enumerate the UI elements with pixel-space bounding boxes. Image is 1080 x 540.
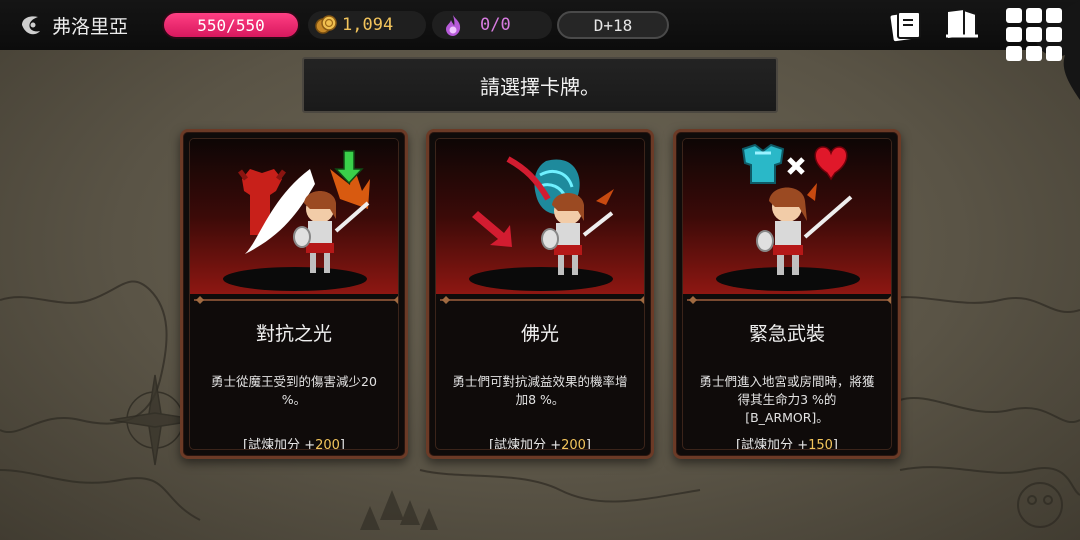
score-close: ] <box>832 438 838 450</box>
top-bar: 弗洛里亞 550/550 1,094 0/0 D+18 <box>0 0 1080 100</box>
codex-book-icon <box>946 8 978 40</box>
region-name: 弗洛里亞 <box>52 15 129 38</box>
score-close: ] <box>585 438 591 450</box>
select-card-banner: 請選擇卡牌。 <box>302 57 778 113</box>
card-description: 勇士們進入地宮或房間時，將獲得其生命力3 %的[B_ARMOR]。 <box>699 374 875 425</box>
score-label: [試煉加分 + <box>242 438 316 450</box>
armor-icon <box>741 143 785 184</box>
card-name: 佛光 <box>520 323 559 345</box>
card-deck-button[interactable] <box>886 6 926 44</box>
hp-counter: 550/550 <box>162 11 300 39</box>
hero-girl-sprite <box>756 183 853 275</box>
card-option-1[interactable]: 對抗之光 勇士從魔王受到的傷害減少20 %。 [試煉加分 +200] <box>180 129 408 459</box>
score-value: 200 <box>315 438 340 450</box>
card-description: 勇士們可對抗減益效果的機率增加8 %。 <box>452 374 628 407</box>
soul-flame-icon <box>446 15 461 36</box>
gold-counter: 1,094 <box>308 11 426 39</box>
card-inner: 緊急武裝 勇士們進入地宮或房間時，將獲得其生命力3 %的[B_ARMOR]。 [… <box>682 138 892 450</box>
score-close: ] <box>339 438 345 450</box>
codex-book-button[interactable] <box>942 6 982 44</box>
card-description: 勇士從魔王受到的傷害減少20 %。 <box>211 374 377 407</box>
card-option-3[interactable]: 緊急武裝 勇士們進入地宮或房間時，將獲得其生命力3 %的[B_ARMOR]。 [… <box>673 129 901 459</box>
card-option-2[interactable]: 佛光 勇士們可對抗減益效果的機率增加8 %。 [試煉加分 +200] <box>426 129 654 459</box>
card-art <box>683 139 891 294</box>
card-score: [試煉加分 +150] <box>683 434 891 450</box>
card-divider <box>440 296 644 304</box>
cross-icon <box>787 157 805 175</box>
card-name: 緊急武裝 <box>748 323 825 345</box>
card-divider <box>194 296 398 304</box>
gold-coin-icon <box>315 15 337 34</box>
soul-value: 0/0 <box>480 15 511 35</box>
score-value: 150 <box>808 438 833 450</box>
card-deck-icon <box>890 11 921 42</box>
card-score: [試煉加分 +200] <box>190 434 398 450</box>
main-menu-button[interactable] <box>1002 4 1066 64</box>
card-score: [試煉加分 +200] <box>436 434 644 450</box>
day-counter: D+18 <box>557 11 669 39</box>
card-name: 對抗之光 <box>255 323 332 345</box>
region-display[interactable]: 弗洛里亞 <box>18 10 128 40</box>
gold-value: 1,094 <box>342 15 394 35</box>
heart-icon <box>814 146 848 181</box>
region-emblem-icon <box>22 16 40 35</box>
menu-grid-icon <box>1006 8 1062 61</box>
down-arrow-icon <box>472 211 512 247</box>
card-art <box>436 139 644 294</box>
score-label: [試煉加分 + <box>488 438 562 450</box>
soul-counter: 0/0 <box>432 11 552 39</box>
card-art <box>190 139 398 294</box>
score-label: [試煉加分 + <box>735 438 809 450</box>
card-inner: 對抗之光 勇士從魔王受到的傷害減少20 %。 [試煉加分 +200] <box>189 138 399 450</box>
card-inner: 佛光 勇士們可對抗減益效果的機率增加8 %。 [試煉加分 +200] <box>435 138 645 450</box>
score-value: 200 <box>561 438 586 450</box>
card-divider <box>687 296 891 304</box>
hero-girl-sprite <box>541 189 614 275</box>
